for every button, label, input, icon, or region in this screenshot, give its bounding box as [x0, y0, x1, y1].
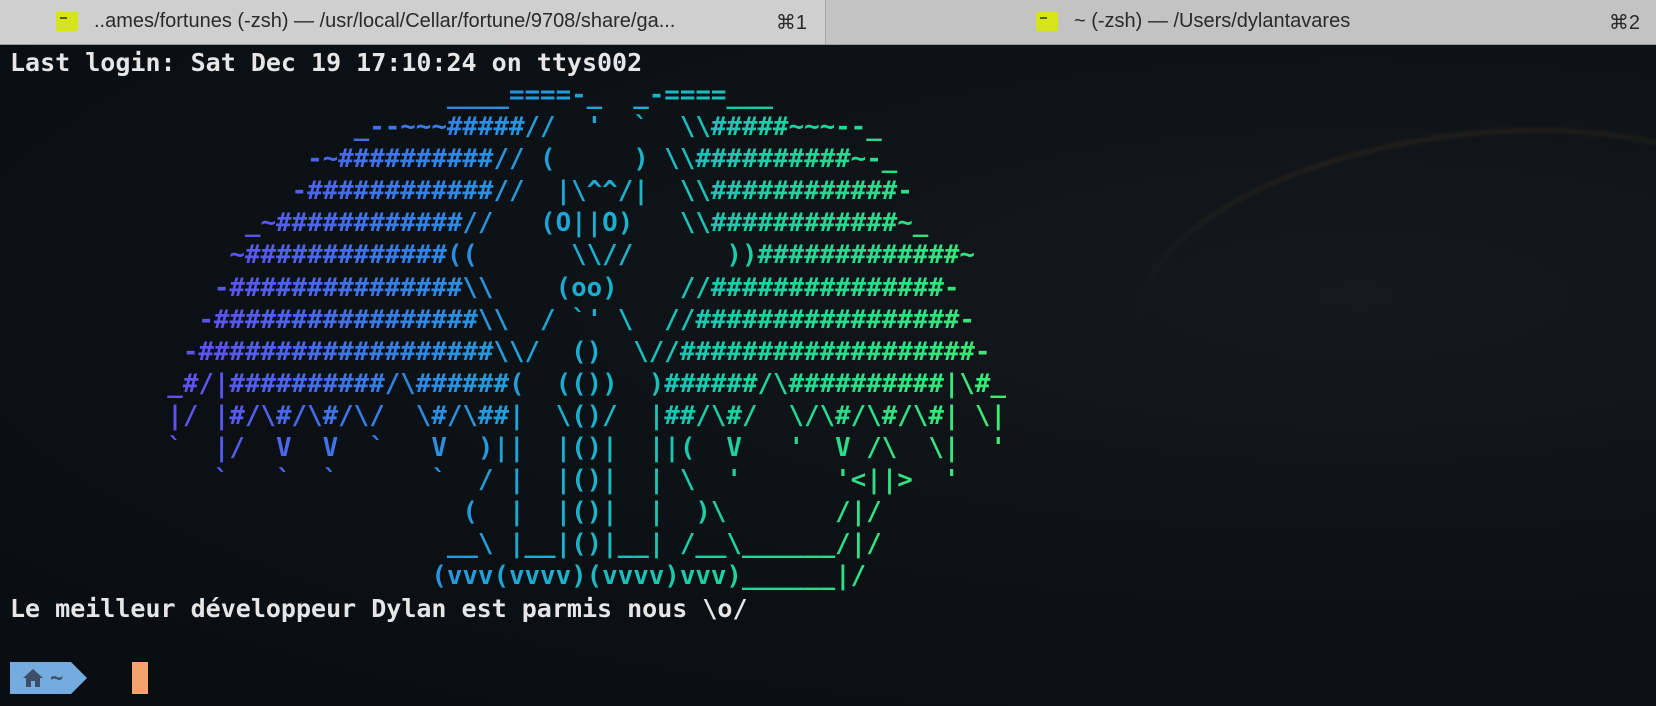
background-glow: [1123, 91, 1656, 461]
dragon-ascii-art: ____====-_ _-====___ _--~~~#####// ' ` \…: [12, 79, 1006, 593]
last-login-line: Last login: Sat Dec 19 17:10:24 on ttys0…: [10, 48, 643, 77]
prompt-segment: ~: [10, 662, 88, 694]
terminal-output[interactable]: Last login: Sat Dec 19 17:10:24 on ttys0…: [0, 45, 1656, 706]
tab-shortcut: ⌘2: [1608, 12, 1640, 34]
tab-bar: ..ames/fortunes (-zsh) — /usr/local/Cell…: [0, 0, 1656, 45]
terminal-icon: [1036, 12, 1058, 31]
tab-title: ~ (-zsh) — /Users/dylantavares: [1074, 10, 1351, 32]
terminal-icon: [56, 12, 78, 31]
text-cursor: [132, 662, 148, 694]
tab-home[interactable]: ~ (-zsh) — /Users/dylantavares ⌘2: [826, 0, 1656, 44]
shell-prompt: ~: [10, 662, 148, 694]
prompt-directory: ~: [50, 665, 64, 691]
tab-shortcut: ⌘1: [775, 12, 807, 34]
home-icon: [23, 669, 43, 687]
tab-title: ..ames/fortunes (-zsh) — /usr/local/Cell…: [94, 10, 676, 32]
tab-fortunes[interactable]: ..ames/fortunes (-zsh) — /usr/local/Cell…: [0, 0, 826, 44]
fortune-message: Le meilleur développeur Dylan est parmis…: [10, 594, 748, 623]
